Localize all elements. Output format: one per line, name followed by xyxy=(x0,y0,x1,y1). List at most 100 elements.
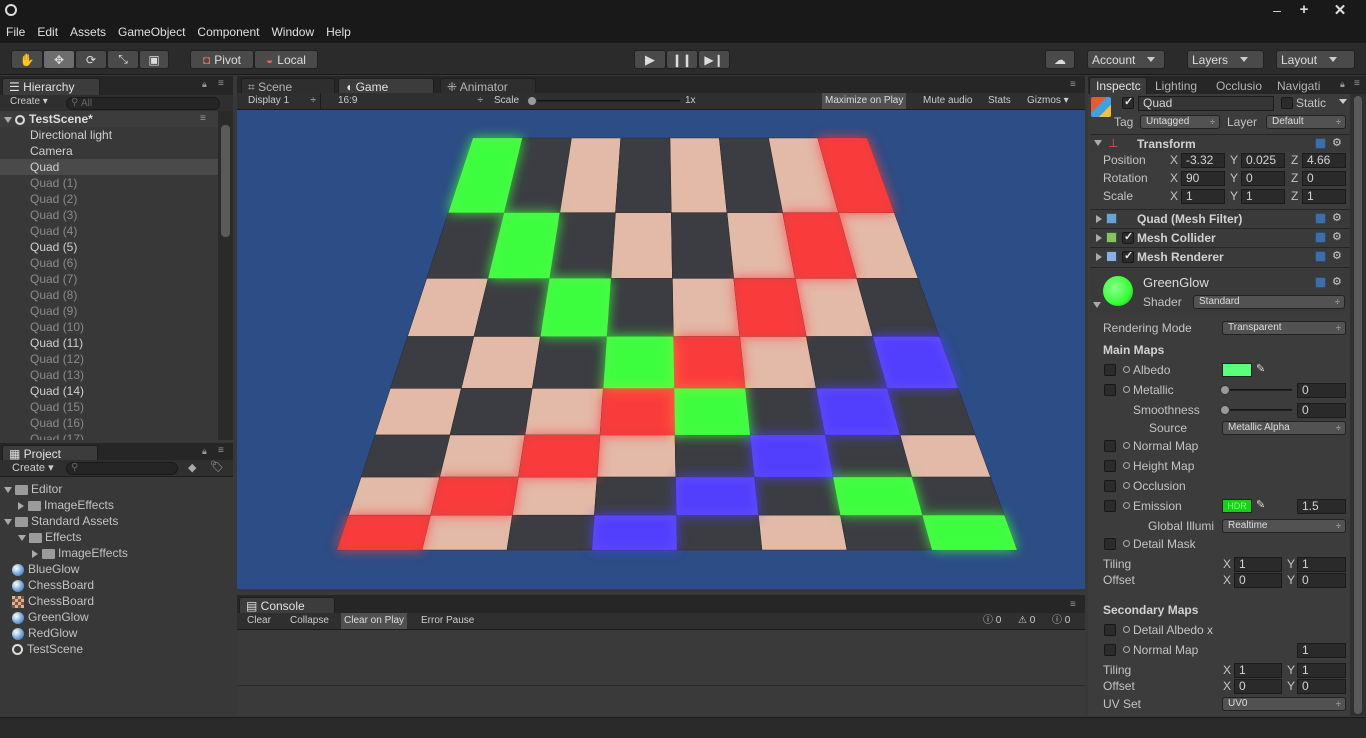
material-foldout-arrow[interactable] xyxy=(1093,302,1101,308)
project-item[interactable]: Standard Assets xyxy=(4,513,118,529)
object-name-field[interactable]: Quad xyxy=(1138,96,1274,111)
menu-help[interactable]: Help xyxy=(320,22,357,43)
step-button[interactable]: ▶❙ xyxy=(698,50,730,69)
scale-x-field[interactable]: 1 xyxy=(1181,189,1225,204)
project-item[interactable]: TestScene xyxy=(4,641,83,657)
emission-intensity-field[interactable]: 1.5 xyxy=(1297,499,1346,514)
game-viewport[interactable] xyxy=(237,110,1085,589)
project-lock-icon[interactable]: 🔒︎ xyxy=(202,446,207,457)
hierarchy-item[interactable]: Quad (1) xyxy=(0,175,218,191)
albedo-texture-slot[interactable] xyxy=(1104,364,1116,376)
tab-inspector[interactable]: Inspectc xyxy=(1089,77,1147,94)
transform-header[interactable]: ⊥ Transform ⚙ xyxy=(1090,134,1350,152)
hierarchy-item[interactable]: Quad (6) xyxy=(0,255,218,271)
emission-color-swatch[interactable]: HDR xyxy=(1222,499,1252,513)
hierarchy-item[interactable]: Quad (14) xyxy=(0,383,218,399)
log-count-toggle[interactable]: ⓘ 0 xyxy=(1052,613,1070,629)
offset-y-field[interactable]: 0 xyxy=(1297,573,1346,588)
rotation-y-field[interactable]: 0 xyxy=(1241,171,1285,186)
mesh-collider-help-icon[interactable] xyxy=(1315,232,1326,243)
mesh-renderer-enabled-checkbox[interactable] xyxy=(1122,249,1134,263)
mesh-renderer-gear-icon[interactable]: ⚙ xyxy=(1332,251,1342,262)
hierarchy-item[interactable]: Quad (15) xyxy=(0,399,218,415)
project-item[interactable]: ImageEffects xyxy=(18,497,114,513)
mesh-renderer-help-icon[interactable] xyxy=(1315,251,1326,262)
hierarchy-item[interactable]: Quad (7) xyxy=(0,271,218,287)
inspector-menu-icon[interactable]: ≡ xyxy=(1354,78,1360,89)
hierarchy-item[interactable]: Camera xyxy=(0,143,218,159)
tab-lighting[interactable]: Lighting xyxy=(1148,77,1208,94)
console-clear-on-play-toggle[interactable]: Clear on Play xyxy=(341,613,408,629)
layer-dropdown[interactable]: Default xyxy=(1266,115,1346,129)
normal-map-picker-icon[interactable] xyxy=(1123,442,1130,449)
smoothness-slider-knob[interactable] xyxy=(1220,405,1230,415)
rotation-z-field[interactable]: 0 xyxy=(1302,171,1346,186)
console-error-pause-toggle[interactable]: Error Pause xyxy=(421,613,474,629)
secondary-normal-scale-field[interactable]: 1 xyxy=(1297,643,1346,658)
display-dropdown[interactable]: Display 1 ÷ xyxy=(241,93,321,109)
hierarchy-item[interactable]: Quad (12) xyxy=(0,351,218,367)
hierarchy-search-input[interactable]: ⚲ All xyxy=(66,97,220,110)
hierarchy-item[interactable]: Quad (8) xyxy=(0,287,218,303)
scale-y-field[interactable]: 1 xyxy=(1241,189,1285,204)
material-help-icon[interactable] xyxy=(1315,277,1326,288)
offset-x-field[interactable]: 0 xyxy=(1234,573,1282,588)
filter-label-icon[interactable]: 🏷︎ xyxy=(210,460,224,473)
tab-navigation[interactable]: Navigati xyxy=(1270,77,1332,94)
detail-albedo-picker-icon[interactable] xyxy=(1123,626,1130,633)
project-item[interactable]: RedGlow xyxy=(4,625,77,641)
project-item[interactable]: BlueGlow xyxy=(4,561,79,577)
panel-menu-icon[interactable]: ≡ xyxy=(218,78,224,89)
folder-foldout-arrow[interactable] xyxy=(4,486,12,493)
play-button[interactable]: ▶ xyxy=(634,50,666,69)
albedo-color-swatch[interactable] xyxy=(1222,363,1252,377)
height-map-slot[interactable] xyxy=(1104,460,1116,472)
occlusion-picker-icon[interactable] xyxy=(1123,482,1130,489)
tag-dropdown[interactable]: Untagged xyxy=(1140,115,1220,129)
material-gear-icon[interactable]: ⚙ xyxy=(1332,277,1342,288)
hierarchy-item[interactable]: Quad xyxy=(0,159,218,175)
static-checkbox[interactable] xyxy=(1281,97,1293,109)
secondary-tiling-x-field[interactable]: 1 xyxy=(1234,663,1282,678)
project-item[interactable]: ChessBoard xyxy=(4,593,94,609)
occlusion-slot[interactable] xyxy=(1104,480,1116,492)
tab-console[interactable]: ▤ Console xyxy=(239,597,335,614)
project-item[interactable]: ChessBoard xyxy=(4,577,94,593)
move-tool-button[interactable]: ✥ xyxy=(43,50,75,69)
transform-gear-icon[interactable]: ⚙ xyxy=(1332,138,1342,149)
project-item[interactable]: Editor xyxy=(4,481,62,497)
console-log-area[interactable] xyxy=(237,631,1085,686)
emission-picker-icon[interactable] xyxy=(1123,502,1130,509)
inspector-lock-icon[interactable]: 🔒︎ xyxy=(1340,79,1345,90)
secondary-normal-map-picker-icon[interactable] xyxy=(1123,646,1130,653)
lock-icon[interactable]: 🔒︎ xyxy=(202,79,207,90)
rotate-tool-button[interactable]: ⟳ xyxy=(75,50,107,69)
scene-menu-icon[interactable]: ≡ xyxy=(200,111,206,127)
global-illumination-dropdown[interactable]: Realtime xyxy=(1222,519,1346,533)
pivot-toggle[interactable]: ◘ Pivot xyxy=(190,50,254,69)
filter-type-icon[interactable]: ◆ xyxy=(188,461,196,474)
close-button[interactable]: ✕ xyxy=(1333,1,1347,19)
tiling-y-field[interactable]: 1 xyxy=(1297,557,1346,572)
project-item[interactable]: ImageEffects xyxy=(32,545,128,561)
hierarchy-item[interactable]: Quad (11) xyxy=(0,335,218,351)
smoothness-slider-track[interactable] xyxy=(1224,409,1292,411)
scale-slider-knob[interactable] xyxy=(527,96,537,106)
console-collapse-toggle[interactable]: Collapse xyxy=(290,613,329,629)
project-item[interactable]: Effects xyxy=(18,529,81,545)
menu-file[interactable]: File xyxy=(0,22,31,43)
layers-dropdown[interactable]: Layers xyxy=(1187,50,1264,69)
stats-toggle[interactable]: Stats xyxy=(988,93,1011,109)
secondary-normal-map-slot[interactable] xyxy=(1104,644,1116,656)
source-dropdown[interactable]: Metallic Alpha xyxy=(1222,421,1346,435)
metallic-picker-icon[interactable] xyxy=(1123,386,1130,393)
minimize-button[interactable]: – xyxy=(1270,2,1284,18)
albedo-picker-icon[interactable] xyxy=(1123,366,1130,373)
emission-slot[interactable] xyxy=(1104,500,1116,512)
secondary-offset-y-field[interactable]: 0 xyxy=(1297,679,1346,694)
hierarchy-item[interactable]: Directional light xyxy=(0,127,218,143)
transform-foldout-arrow[interactable] xyxy=(1094,140,1102,146)
folder-foldout-arrow[interactable] xyxy=(4,518,12,525)
metallic-slider-track[interactable] xyxy=(1224,389,1292,391)
error-count-toggle[interactable]: ⓘ 0 xyxy=(983,613,1001,629)
